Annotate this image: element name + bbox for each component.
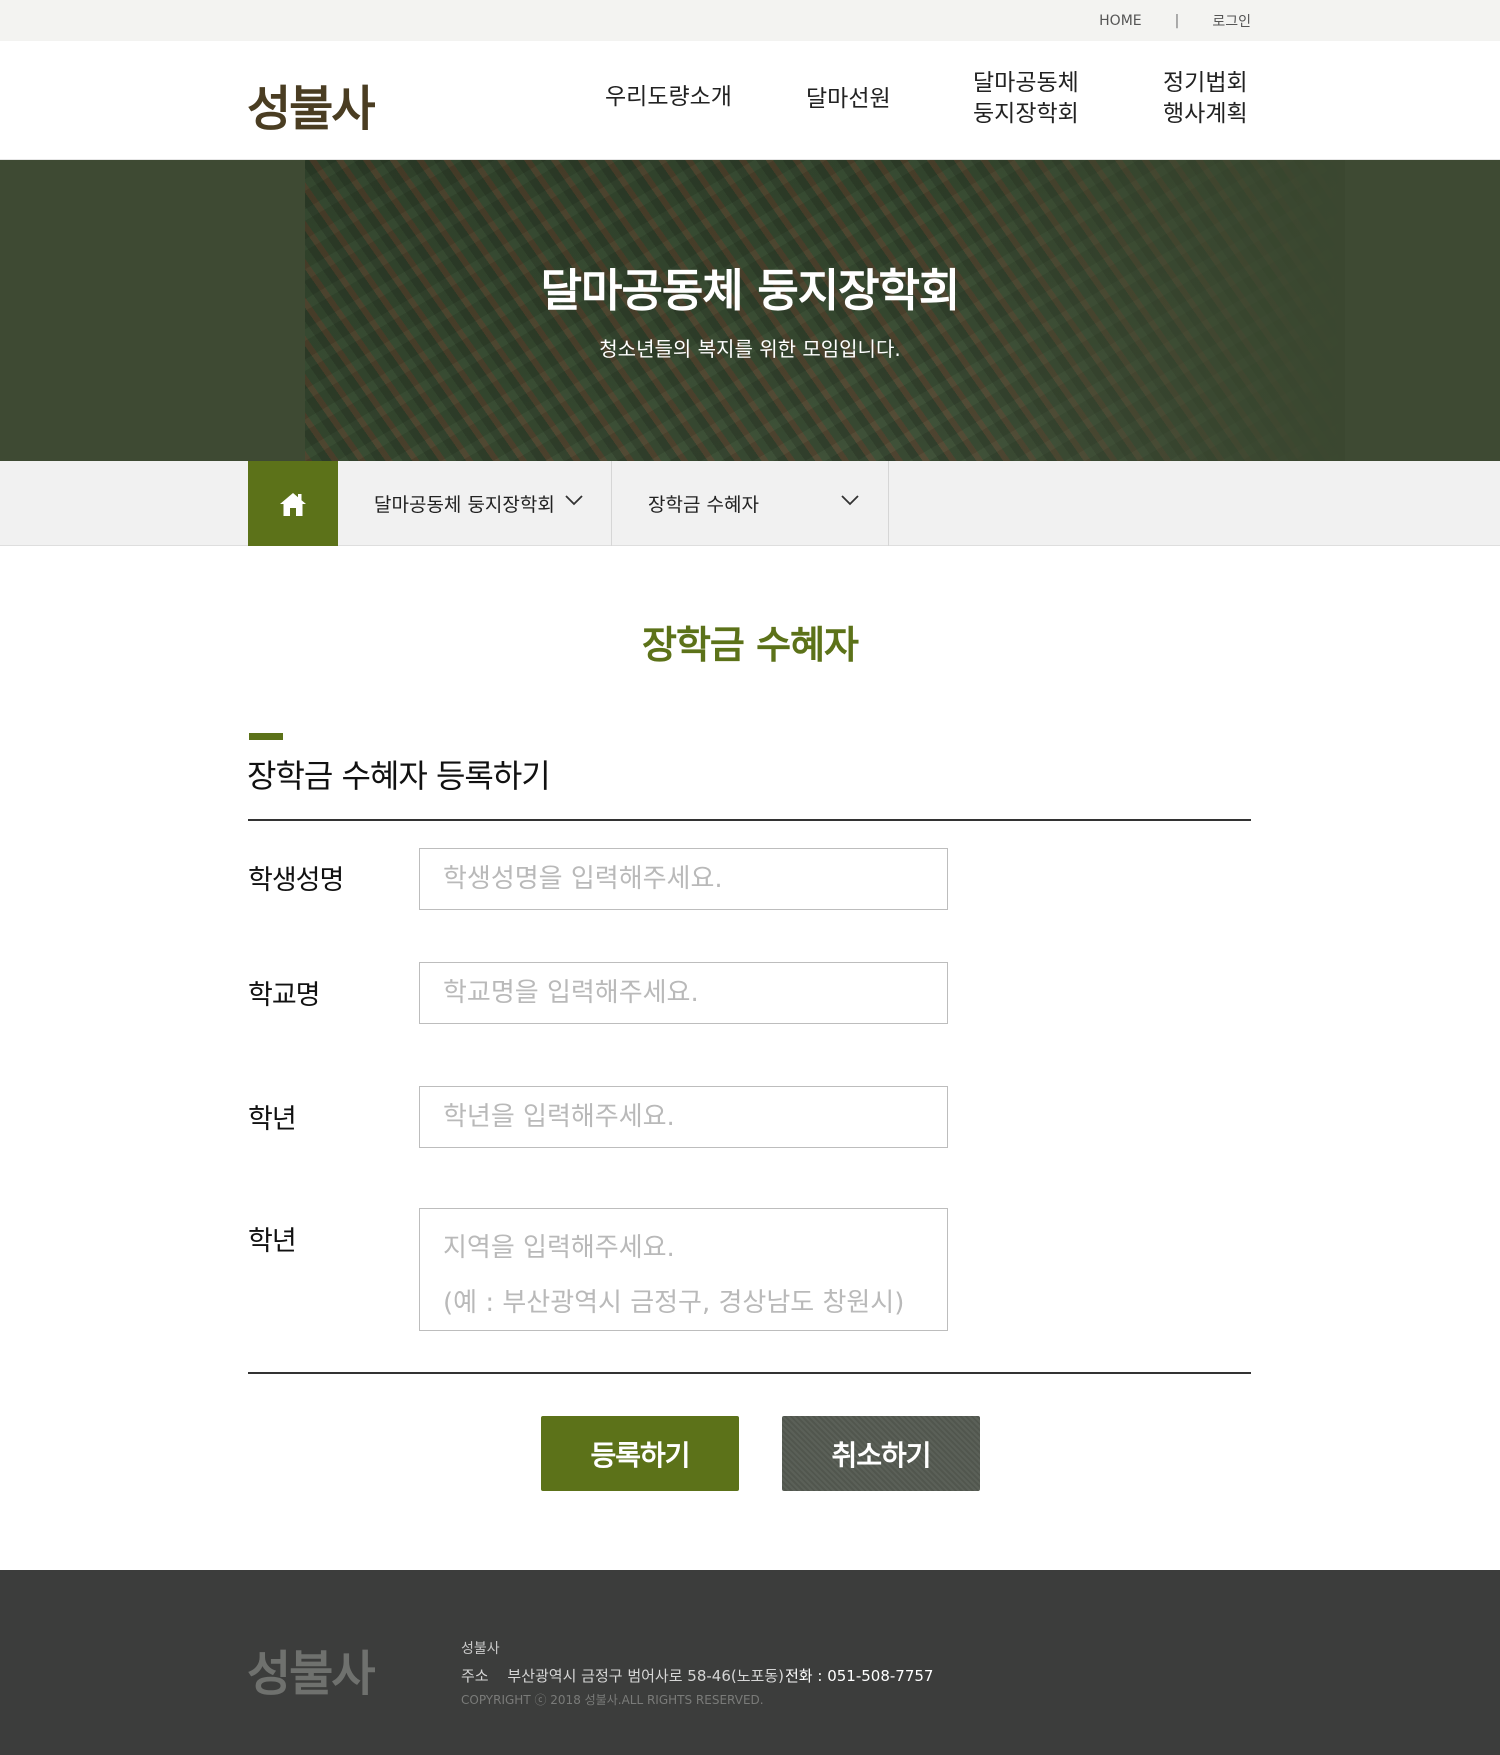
nav-item-label: 달마공동체 (973, 70, 1079, 96)
footer-org-name: 성불사 (461, 1641, 500, 1657)
footer-telephone: 전화 : 051-508-7757 (785, 1667, 934, 1685)
site-header: 성불사 우리도량소개 달마선원 달마공동체 둥지장학회 정기법회 행사계획 (0, 41, 1500, 160)
nav-item-label: 둥지장학회 (973, 101, 1079, 127)
utility-links: HOME | 로그인 (1099, 11, 1251, 31)
breadcrumb-level2-label: 장학금 수혜자 (648, 494, 759, 516)
footer-address-label: 주소 (461, 1667, 489, 1685)
grade-input[interactable] (419, 1086, 948, 1148)
footer-logo: 성불사 (247, 1646, 375, 1702)
site-footer: 성불사 성불사 주소 부산광역시 금정구 범어사로 58-46(노포동) 전화 … (0, 1570, 1500, 1755)
nav-item-label: 행사계획 (1163, 101, 1248, 127)
form-bottom-divider (248, 1372, 1251, 1374)
page-title: 장학금 수혜자 (642, 623, 859, 667)
breadcrumb-home-button[interactable] (248, 461, 338, 546)
region-textarea[interactable] (419, 1208, 948, 1331)
home-link[interactable]: HOME (1099, 13, 1141, 29)
section-title: 장학금 수혜자 등록하기 (247, 757, 551, 795)
hero-subtitle: 청소년들의 복지를 위한 모임입니다. (599, 337, 901, 361)
footer-address: 주소 부산광역시 금정구 범어사로 58-46(노포동) (461, 1665, 784, 1686)
nav-item-label: 정기법회 (1163, 70, 1248, 96)
login-link[interactable]: 로그인 (1212, 11, 1251, 31)
school-name-label: 학교명 (248, 980, 321, 1011)
utility-separator: | (1174, 13, 1180, 29)
breadcrumb-level1-label: 달마공동체 둥지장학회 (374, 494, 555, 516)
hero-title: 달마공동체 둥지장학회 (540, 264, 961, 317)
student-name-input[interactable] (419, 848, 948, 910)
chevron-down-icon (565, 495, 583, 506)
school-name-input[interactable] (419, 962, 948, 1024)
utility-bar: HOME | 로그인 (0, 0, 1500, 41)
footer-copyright: COPYRIGHT ⓒ 2018 성불사.ALL RIGHTS RESERVED… (461, 1693, 764, 1707)
register-button[interactable]: 등록하기 (541, 1416, 739, 1491)
main-nav: 우리도량소개 달마선원 달마공동체 둥지장학회 정기법회 행사계획 (0, 41, 1500, 160)
footer-address-value: 부산광역시 금정구 범어사로 58-46(노포동) (507, 1667, 784, 1685)
nav-item-temple-intro[interactable]: 우리도량소개 (605, 82, 732, 113)
nav-item-dharma-service[interactable]: 정기법회 행사계획 (1163, 68, 1248, 130)
home-icon (280, 492, 306, 516)
region-label: 학년 (248, 1226, 297, 1257)
chevron-down-icon (841, 495, 859, 506)
breadcrumb: 달마공동체 둥지장학회 장학금 수혜자 (0, 461, 1500, 546)
nav-item-scholarship[interactable]: 달마공동체 둥지장학회 (973, 68, 1079, 130)
form-top-divider (248, 819, 1251, 821)
grade-label: 학년 (248, 1104, 297, 1135)
student-name-label: 학생성명 (248, 865, 344, 896)
hero-banner: 달마공동체 둥지장학회 청소년들의 복지를 위한 모임입니다. (0, 160, 1500, 461)
nav-item-label: 달마선원 (806, 86, 891, 112)
breadcrumb-dropdown-level2[interactable]: 장학금 수혜자 (612, 461, 889, 546)
breadcrumb-dropdown-level1[interactable]: 달마공동체 둥지장학회 (338, 461, 612, 546)
nav-item-dharma-center[interactable]: 달마선원 (806, 84, 891, 115)
nav-item-label: 우리도량소개 (605, 84, 732, 110)
cancel-button[interactable]: 취소하기 (782, 1416, 980, 1491)
section-accent-bar (249, 733, 283, 740)
